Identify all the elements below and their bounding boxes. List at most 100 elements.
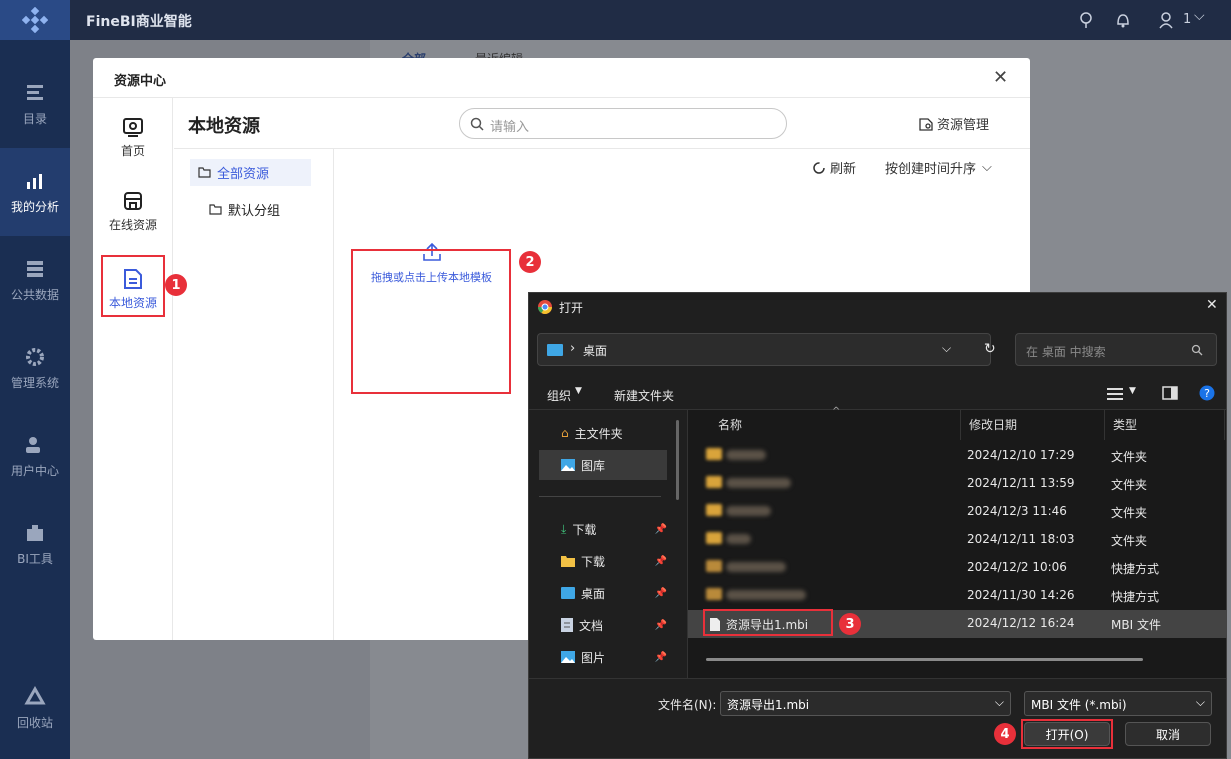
file-row[interactable]: 2024/11/30 14:26 快捷方式 <box>688 582 1227 610</box>
nav-downloads-2[interactable]: 下载 📌 <box>539 546 667 576</box>
file-list: 名称 ^ 修改日期 类型 2024/12/10 17:29 文件夹 2024/12… <box>687 406 1227 678</box>
search-input[interactable]: 请输入 <box>459 108 787 139</box>
cancel-button[interactable]: 取消 <box>1125 722 1211 746</box>
store-icon <box>124 191 142 210</box>
file-row[interactable]: 2024/12/10 17:29 文件夹 <box>688 442 1227 470</box>
filename-label: 文件名(N): <box>658 698 717 712</box>
horizontal-scrollbar[interactable] <box>706 658 1143 661</box>
nav-public-data[interactable]: 公共数据 <box>0 236 70 324</box>
address-bar[interactable]: › 桌面 ⌵ ↻ <box>537 333 996 366</box>
tree-item-all[interactable]: 全部资源 <box>190 159 311 186</box>
resource-tree: 全部资源 默认分组 <box>174 148 334 640</box>
filename-input[interactable]: 资源导出1.mbi ⌵ <box>720 691 1011 716</box>
shortcut-icon <box>706 560 722 572</box>
preview-pane-icon[interactable] <box>1162 386 1178 400</box>
nav-catalog[interactable]: 目录 <box>0 60 70 148</box>
logo[interactable] <box>0 0 70 40</box>
column-date[interactable]: 修改日期 <box>961 410 1105 440</box>
nav-downloads-1[interactable]: ⤓ 下载 📌 <box>539 514 667 544</box>
dialog-search-input[interactable]: 在 桌面 中搜索 <box>1015 333 1217 366</box>
divider <box>539 496 661 497</box>
pin-icon: 📌 <box>654 555 667 567</box>
nav-home-folder[interactable]: ⌂ 主文件夹 <box>539 418 667 448</box>
pin-icon: 📌 <box>654 651 667 663</box>
user-name[interactable]: 1 <box>1183 12 1191 27</box>
open-dialog-title: 打开 <box>559 301 584 315</box>
refresh-button[interactable]: 刷新 <box>812 158 856 177</box>
organize-menu[interactable]: 组织 <box>547 387 571 404</box>
step-badge-3: 3 <box>839 613 861 635</box>
sort-caret-icon: ^ <box>832 406 841 417</box>
step-badge-2: 2 <box>519 251 541 273</box>
close-icon[interactable]: ✕ <box>993 69 1009 87</box>
column-type[interactable]: 类型 <box>1105 410 1225 440</box>
chevron-down-icon[interactable]: ⌵ <box>1194 8 1205 24</box>
dialog-titlebar: 打开 ✕ <box>529 293 1226 321</box>
tree-item-default[interactable]: 默认分组 <box>209 200 280 219</box>
resource-manage-button[interactable]: 资源管理 <box>919 114 989 133</box>
highlight-box-4 <box>1021 719 1113 749</box>
home-icon: ⌂ <box>561 426 569 440</box>
nav-recycle[interactable]: 回收站 <box>0 664 70 752</box>
sidebar-item-online[interactable]: 在线资源 <box>101 180 165 242</box>
user-avatar-icon[interactable] <box>1158 11 1174 29</box>
scrollbar[interactable] <box>676 420 679 500</box>
user-icon <box>26 436 40 453</box>
chevron-down-icon[interactable]: ⌵ <box>995 695 1004 710</box>
pin-icon: 📌 <box>654 523 667 535</box>
file-row[interactable]: 2024/12/11 13:59 文件夹 <box>688 470 1227 498</box>
caret-down-icon[interactable]: ▼ <box>575 386 582 396</box>
nav-desktop[interactable]: 桌面 📌 <box>539 578 667 608</box>
nav-admin[interactable]: 管理系统 <box>0 324 70 412</box>
nav-documents[interactable]: 文档 📌 <box>539 610 667 640</box>
view-list-icon[interactable] <box>1107 387 1123 401</box>
help-icon[interactable]: ? <box>1199 385 1215 401</box>
path-separator-icon: › <box>570 341 576 356</box>
address-path: 桌面 <box>583 344 608 358</box>
analysis-icon <box>27 173 42 189</box>
left-nav: 目录 我的分析 公共数据 管理系统 用户中心 BI工具 回收站 <box>0 0 70 759</box>
filetype-select[interactable]: MBI 文件 (*.mbi) ⌵ <box>1024 691 1212 716</box>
folder-icon <box>209 204 222 215</box>
bell-icon[interactable] <box>1115 11 1131 29</box>
navigation-pane: ⌂ 主文件夹 图库 ⤓ 下载 📌 下载 📌 桌面 📌 文档 📌 图片 📌 <box>529 410 687 678</box>
refresh-icon[interactable]: ↻ <box>984 341 996 357</box>
catalog-icon <box>27 84 43 100</box>
nav-pictures[interactable]: 图片 📌 <box>539 642 667 672</box>
highlight-box-3 <box>703 609 833 636</box>
nav-gallery[interactable]: 图库 <box>539 450 667 480</box>
logo-icon <box>22 7 48 33</box>
sidebar-item-home[interactable]: 首页 <box>101 106 165 168</box>
chevron-down-icon[interactable]: ⌵ <box>1196 695 1205 710</box>
manage-icon <box>919 117 933 131</box>
shortcut-icon <box>706 588 722 600</box>
file-row[interactable]: 2024/12/3 11:46 文件夹 <box>688 498 1227 526</box>
highlight-box-2 <box>351 249 511 394</box>
folder-icon <box>706 448 722 460</box>
recycle-icon <box>24 685 46 704</box>
folder-icon <box>198 167 211 178</box>
dialog-header: 资源中心 ✕ <box>93 58 1030 98</box>
nav-user-center[interactable]: 用户中心 <box>0 412 70 500</box>
refresh-icon <box>813 161 825 174</box>
location-icon[interactable] <box>1079 11 1093 29</box>
gallery-icon <box>561 459 575 471</box>
chevron-down-icon: ⌵ <box>982 160 992 175</box>
new-folder-button[interactable]: 新建文件夹 <box>614 387 674 404</box>
command-bar: 组织 ▼ 新建文件夹 ▼ ? <box>529 378 1226 410</box>
folder-icon <box>706 532 722 544</box>
file-row[interactable]: 2024/12/2 10:06 快捷方式 <box>688 554 1227 582</box>
sort-dropdown[interactable]: 按创建时间升序 ⌵ <box>885 158 992 177</box>
svg-text:?: ? <box>1204 387 1210 400</box>
chevron-down-icon[interactable]: ⌵ <box>942 341 951 356</box>
chrome-icon <box>538 300 552 314</box>
nav-bi-tools[interactable]: BI工具 <box>0 500 70 588</box>
open-file-dialog: 打开 ✕ ← → ⌵ ↑ › 桌面 ⌵ ↻ 在 桌面 中搜索 组织 ▼ 新建文件… <box>528 292 1227 759</box>
home-icon <box>123 117 143 137</box>
caret-down-icon[interactable]: ▼ <box>1129 386 1136 396</box>
brand-title: FineBI商业智能 <box>86 14 192 30</box>
close-icon[interactable]: ✕ <box>1206 297 1218 313</box>
file-row[interactable]: 2024/12/11 18:03 文件夹 <box>688 526 1227 554</box>
nav-my-analysis[interactable]: 我的分析 <box>0 148 70 236</box>
pin-icon: 📌 <box>654 619 667 631</box>
